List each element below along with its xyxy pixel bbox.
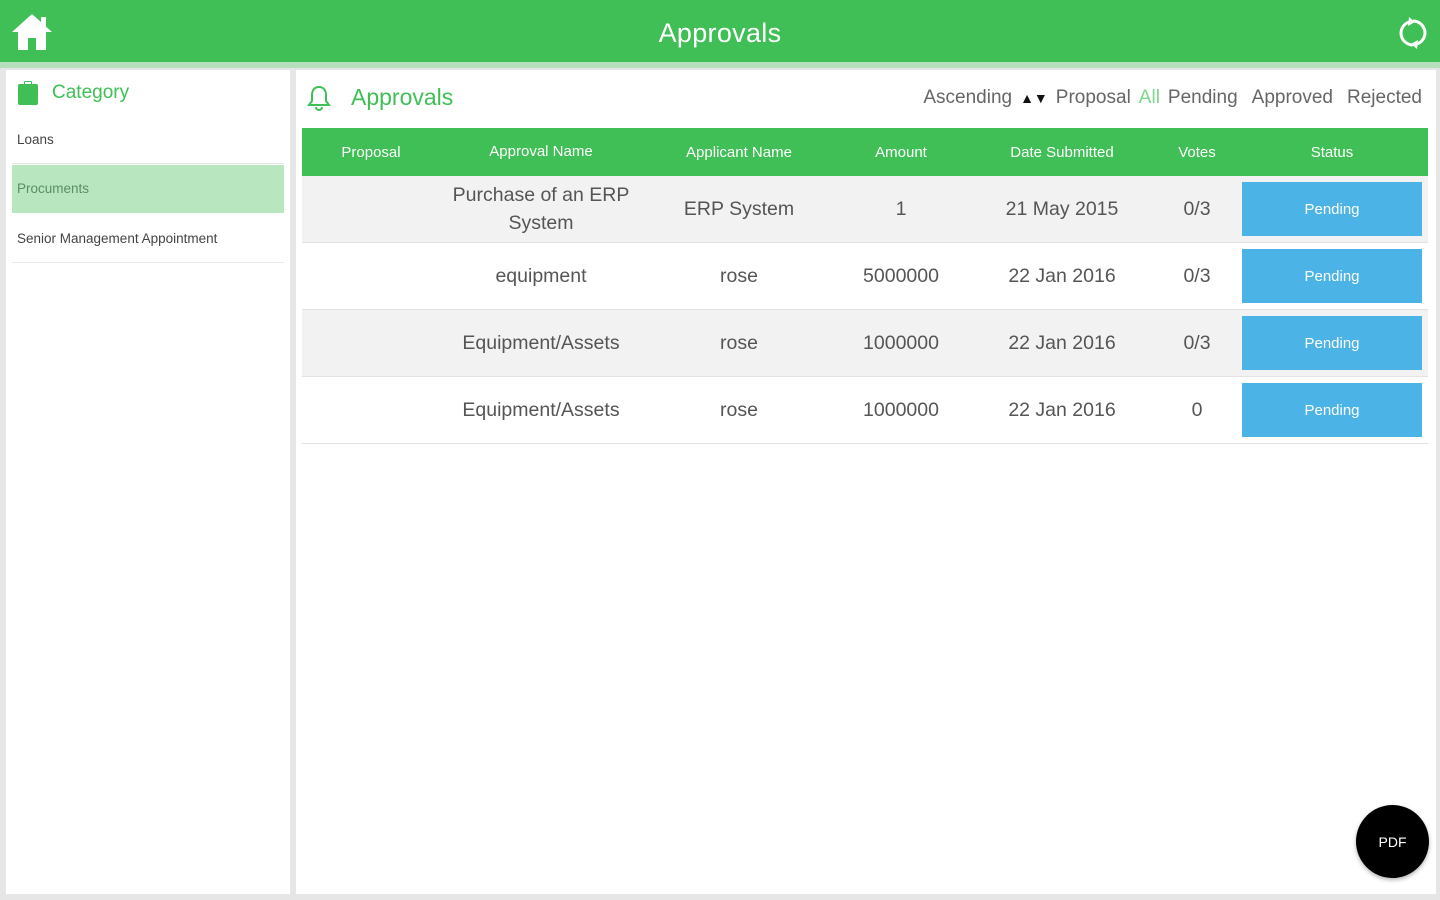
refresh-button[interactable] (1396, 16, 1430, 50)
column-header-applicant-name[interactable]: Applicant Name (642, 144, 836, 161)
app-title: Approvals (658, 18, 782, 48)
approvals-table: Proposal Approval Name Applicant Name Am… (302, 128, 1428, 444)
export-pdf-button[interactable]: PDF (1356, 805, 1429, 878)
cell-status: Pending (1236, 383, 1428, 437)
cell-date-submitted: 22 Jan 2016 (1008, 398, 1116, 421)
column-header-status[interactable]: Status (1236, 144, 1428, 161)
filter-pending[interactable]: Pending (1168, 87, 1238, 109)
cell-votes: 0/3 (1183, 264, 1211, 287)
cell-applicant-name: rose (720, 264, 758, 287)
cell-applicant-name: ERP System (683, 197, 795, 220)
cell-date-submitted: 22 Jan 2016 (1008, 331, 1116, 354)
clipboard-icon (18, 81, 38, 105)
table-row[interactable]: equipment rose 5000000 22 Jan 2016 0/3 P… (302, 243, 1428, 310)
cell-amount: 1000000 (863, 331, 939, 354)
panel-title: Approvals (351, 84, 454, 110)
status-pending-button[interactable]: Pending (1242, 249, 1422, 303)
cell-status: Pending (1236, 249, 1428, 303)
column-header-approval-name[interactable]: Approval Name (440, 138, 642, 166)
cell-votes: 0/3 (1183, 331, 1211, 354)
filter-rejected[interactable]: Rejected (1347, 87, 1422, 109)
bell-icon (307, 85, 331, 111)
table-row[interactable]: Purchase of an ERP System ERP System 1 2… (302, 176, 1428, 243)
cell-amount: 1000000 (863, 398, 939, 421)
cell-applicant-name: rose (720, 398, 758, 421)
table-header: Proposal Approval Name Applicant Name Am… (302, 128, 1428, 176)
status-pending-button[interactable]: Pending (1242, 316, 1422, 370)
cell-date-submitted: 21 May 2015 (1005, 197, 1119, 220)
sort-arrows-icon[interactable]: ▲▼ (1020, 90, 1048, 106)
table-row[interactable]: Equipment/Assets rose 1000000 22 Jan 201… (302, 377, 1428, 444)
sidebar-item-procuments[interactable]: Procuments (12, 165, 284, 213)
category-sidebar: Category Loans Procuments Senior Managem… (6, 70, 290, 894)
cell-amount: 1 (895, 197, 907, 220)
cell-approval-name: equipment (495, 265, 587, 287)
sidebar-item-senior-management-appointment[interactable]: Senior Management Appointment (12, 215, 284, 263)
filter-proposal[interactable]: Proposal (1056, 87, 1131, 109)
column-header-proposal[interactable]: Proposal (302, 144, 440, 161)
filter-bar: Ascending ▲▼ Proposal All Pending Approv… (923, 84, 1422, 112)
filter-approved[interactable]: Approved (1252, 87, 1333, 109)
cell-status: Pending (1236, 182, 1428, 236)
cell-votes: 0/3 (1183, 197, 1211, 220)
cell-approval-name: Purchase of an ERP System (452, 184, 630, 234)
table-row[interactable]: Equipment/Assets rose 1000000 22 Jan 201… (302, 310, 1428, 377)
cell-votes: 0 (1191, 398, 1203, 421)
approvals-panel: Approvals Ascending ▲▼ Proposal All Pend… (296, 70, 1436, 894)
category-header: Category (16, 78, 129, 108)
column-header-amount[interactable]: Amount (836, 144, 966, 161)
cell-date-submitted: 22 Jan 2016 (1008, 264, 1116, 287)
status-pending-button[interactable]: Pending (1242, 182, 1422, 236)
cell-approval-name: Equipment/Assets (462, 332, 620, 354)
filter-all[interactable]: All (1139, 87, 1160, 109)
refresh-icon (1399, 17, 1427, 49)
column-header-votes[interactable]: Votes (1158, 144, 1236, 161)
category-title: Category (52, 82, 130, 103)
cell-amount: 5000000 (863, 264, 939, 287)
status-pending-button[interactable]: Pending (1242, 383, 1422, 437)
sidebar-item-loans[interactable]: Loans (12, 116, 284, 164)
sort-order-toggle[interactable]: Ascending (923, 87, 1012, 109)
column-header-date-submitted[interactable]: Date Submitted (966, 144, 1158, 161)
cell-status: Pending (1236, 316, 1428, 370)
cell-applicant-name: rose (720, 331, 758, 354)
cell-approval-name: Equipment/Assets (462, 399, 620, 421)
